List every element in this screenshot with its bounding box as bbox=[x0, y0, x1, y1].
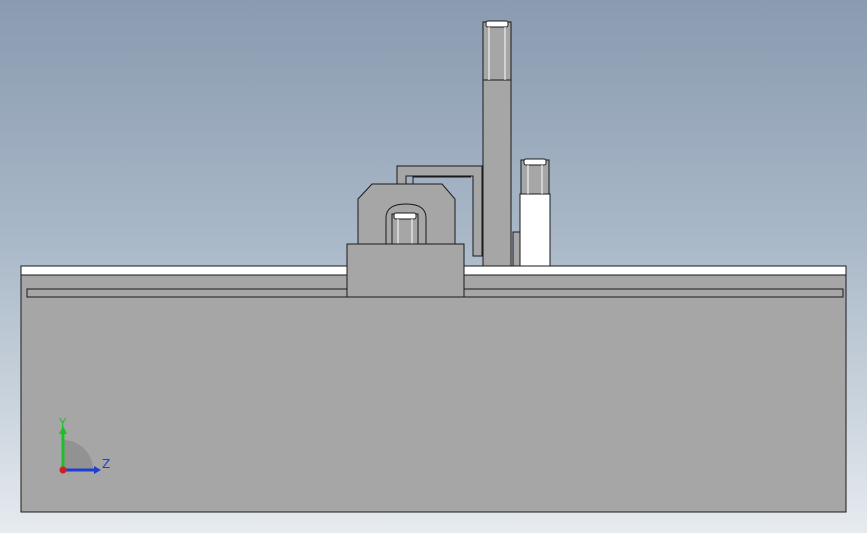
tall-post bbox=[482, 79, 512, 267]
connector bbox=[512, 231, 521, 267]
clamp-pin-top bbox=[393, 212, 417, 220]
model-scene: Y Z bbox=[20, 20, 847, 513]
tall-post-cap bbox=[482, 21, 512, 81]
model-viewport[interactable]: Y Z bbox=[0, 0, 867, 533]
short-post-cap-top bbox=[523, 158, 547, 166]
tall-post-cap-top bbox=[485, 20, 509, 28]
y-axis-label: Y bbox=[58, 416, 67, 430]
z-axis-label: Z bbox=[102, 457, 110, 471]
base-plate bbox=[20, 265, 847, 513]
x-axis-dot bbox=[59, 466, 67, 474]
clamp-block bbox=[346, 243, 465, 298]
short-post bbox=[519, 193, 551, 267]
